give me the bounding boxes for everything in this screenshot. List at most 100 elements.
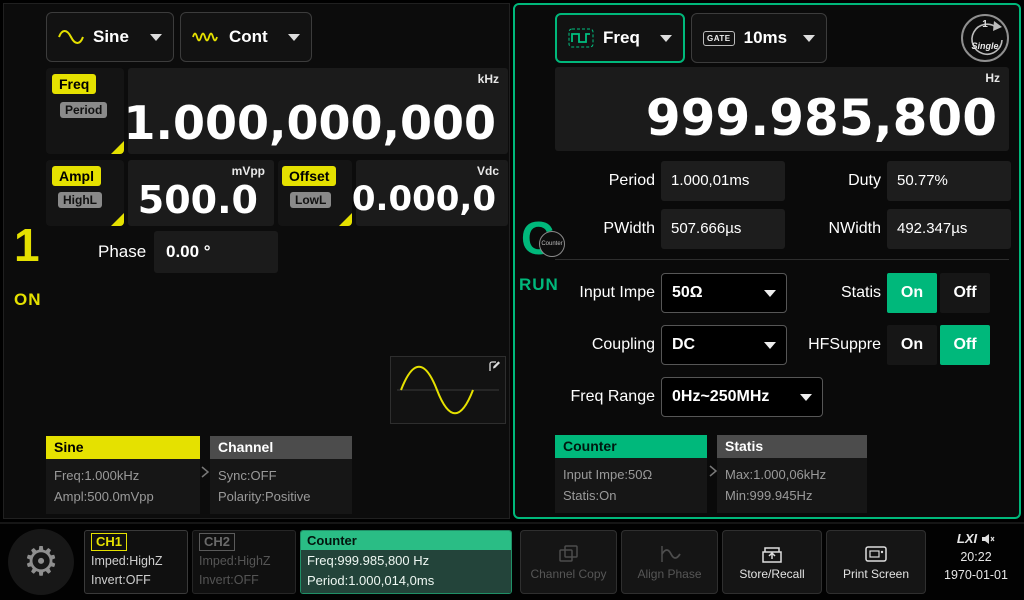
edit-icon[interactable] [488,359,502,373]
statis-on-option[interactable]: On [887,273,937,313]
ampl-highl-tab[interactable]: Ampl HighL [46,160,124,226]
counter-status-card[interactable]: Counter Freq:999.985,800 Hz Period:1.000… [300,530,512,594]
statis-card-line1: Max:1.000,06kHz [725,464,859,485]
waveform-dropdown[interactable]: Sine [46,12,174,62]
divider [555,259,1009,260]
phase-field[interactable]: 0.00 ° [154,231,278,273]
sine-info-card[interactable]: Sine Freq:1.000kHz Ampl:500.0mVpp [46,436,200,514]
mode-dropdown[interactable]: Cont [180,12,312,62]
store-recall-button[interactable]: Store/Recall [722,530,822,594]
ampl-unit: mVpp [232,164,265,178]
chevron-down-icon [764,342,776,349]
coupling-select[interactable]: DC [661,325,787,365]
input-impedance-label: Input Impe [525,273,655,313]
counter-mode-dropdown[interactable]: Freq [555,13,685,63]
channel-info-card[interactable]: Channel Sync:OFF Polarity:Positive [210,436,352,514]
copy-icon [557,544,581,564]
instrument-screen: 1 ON Sine Cont Freq Period kHz 1.000,000… [0,0,1024,600]
ampl-value[interactable]: 500.0 [138,178,258,222]
system-menu-button[interactable]: ⚙ [8,529,74,595]
phase-label: Phase [98,231,146,273]
chevron-down-icon [288,34,300,41]
counter-card-line2: Statis:On [563,485,699,506]
counter-info-card[interactable]: Counter Input Impe:50Ω Statis:On [555,435,707,513]
speaker-mute-icon [981,533,995,545]
nwidth-value[interactable]: 492.347µs [887,209,1011,249]
hfsuppre-off-option[interactable]: Off [940,325,990,365]
duty-value[interactable]: 50.77% [887,161,1011,201]
duty-label: Duty [795,161,881,201]
offset-tab-label[interactable]: Offset [282,166,336,186]
corner-marker-icon [111,213,124,226]
coupling-value: DC [672,336,695,354]
freq-range-select[interactable]: 0Hz~250MHz [661,377,823,417]
chevron-down-icon [660,35,672,42]
corner-marker-icon [111,141,124,154]
chevron-down-icon [150,34,162,41]
store-recall-label: Store/Recall [739,567,804,581]
statis-off-option[interactable]: Off [940,273,990,313]
channel-copy-button[interactable]: Channel Copy [520,530,617,594]
ampl-tab-label[interactable]: Ampl [52,166,101,186]
sine-card-title[interactable]: Sine [46,436,200,459]
ch1-status-card[interactable]: CH1 Imped:HighZ Invert:OFF [84,530,188,594]
pwidth-label: PWidth [535,209,655,249]
channel1-state: ON [14,290,42,310]
single-count: 1 [963,19,1007,30]
pwidth-value[interactable]: 507.666µs [661,209,785,249]
chevron-down-icon [764,290,776,297]
ampl-display[interactable]: mVpp 500.0 [128,160,274,226]
counter-status-title: Counter [301,531,511,550]
input-impedance-value: 50Ω [672,284,703,302]
input-impedance-select[interactable]: 50Ω [661,273,787,313]
highl-tab-label[interactable]: HighL [58,192,102,208]
gate-time-dropdown[interactable]: GATE 10ms [691,13,827,63]
freq-period-tab[interactable]: Freq Period [46,68,124,154]
counter-value: 999.985,800 [646,89,997,147]
counter-main-display[interactable]: Hz 999.985,800 [555,67,1009,151]
channel-copy-label: Channel Copy [530,567,606,581]
hfsuppre-on-option[interactable]: On [887,325,937,365]
print-screen-label: Print Screen [843,567,909,581]
period-value[interactable]: 1.000,01ms [661,161,785,201]
phase-wave-icon [657,544,683,564]
print-screen-button[interactable]: Print Screen [826,530,926,594]
freq-tab-label[interactable]: Freq [52,74,96,94]
counter-status-line2: Period:1.000,014,0ms [307,571,505,591]
counter-mode-label: Freq [603,28,640,48]
freq-display[interactable]: kHz 1.000,000,000 [128,68,508,154]
chevron-down-icon [803,35,815,42]
ch1-status-line1: Imped:HighZ [91,552,181,571]
freq-mode-icon [568,28,594,48]
gear-icon: ⚙ [23,542,59,582]
offset-lowl-tab[interactable]: Offset LowL [278,160,352,226]
gate-time-label: 10ms [744,28,787,48]
offset-display[interactable]: Vdc 0.000,0 [356,160,508,226]
ch2-status-line2: Invert:OFF [199,571,289,590]
channel-card-title[interactable]: Channel [210,436,352,459]
freq-value[interactable]: 1.000,000,000 [124,96,497,150]
channel-card-line2: Polarity:Positive [218,486,344,507]
channel1-panel: 1 ON Sine Cont Freq Period kHz 1.000,000… [3,3,510,519]
ch2-status-card[interactable]: CH2 Imped:HighZ Invert:OFF [192,530,296,594]
single-label: Single [963,41,1007,51]
chevron-right-icon [201,466,209,478]
single-button[interactable]: 1 Single [961,14,1009,62]
sine-icon [58,28,84,46]
freq-unit: kHz [478,72,499,86]
lowl-tab-label[interactable]: LowL [290,192,331,208]
period-tab-label[interactable]: Period [60,102,107,118]
statis-card-title[interactable]: Statis [717,435,867,458]
channel-card-line1: Sync:OFF [218,465,344,486]
chevron-down-icon [800,394,812,401]
waveform-preview[interactable] [390,356,506,424]
align-phase-button[interactable]: Align Phase [621,530,718,594]
nwidth-label: NWidth [795,209,881,249]
counter-panel: C Counter RUN Freq GATE 10ms 1 Single Hz… [513,3,1021,519]
statis-info-card[interactable]: Statis Max:1.000,06kHz Min:999.945Hz [717,435,867,513]
statis-toggle[interactable]: On Off [887,273,990,313]
hfsuppre-toggle[interactable]: On Off [887,325,990,365]
offset-value[interactable]: 0.000,0 [352,179,496,219]
ch2-status-title: CH2 [199,533,235,551]
counter-card-title[interactable]: Counter [555,435,707,458]
